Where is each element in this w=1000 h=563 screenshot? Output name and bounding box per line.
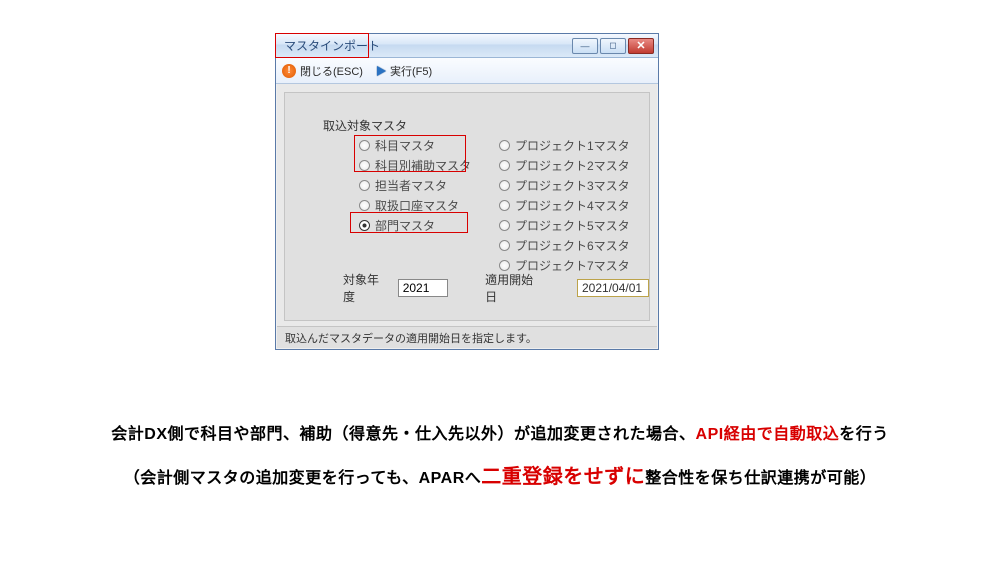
radio-icon: [499, 180, 510, 191]
radio-label: プロジェクト4マスタ: [515, 197, 630, 214]
radio-icon: [499, 240, 510, 251]
year-input[interactable]: [398, 279, 448, 297]
close-label: 閉じる(ESC): [300, 63, 363, 79]
play-icon: [377, 66, 386, 76]
client-area: 取込対象マスタ 科目マスタ 科目別補助マスタ 担当者マスタ 取扱口座マスタ 部門…: [284, 92, 650, 321]
radio-project4[interactable]: プロジェクト4マスタ: [499, 197, 630, 214]
close-icon: ✕: [636, 39, 645, 52]
radio-label: プロジェクト6マスタ: [515, 237, 630, 254]
radio-icon: [499, 220, 510, 231]
radio-icon: [359, 180, 370, 191]
window-buttons: — ◻ ✕: [572, 38, 654, 54]
caption-2c: 整合性を保ち仕訳連携が可能）: [645, 470, 876, 487]
radio-label: 担当者マスタ: [375, 177, 447, 194]
radio-kamoku[interactable]: 科目マスタ: [359, 137, 471, 154]
radio-icon: [499, 160, 510, 171]
master-import-dialog: マスタインポート — ◻ ✕ ! 閉じる(ESC) 実行(F5) 取込対象マスタ…: [275, 33, 659, 350]
radio-project2[interactable]: プロジェクト2マスタ: [499, 157, 630, 174]
radio-icon: [359, 220, 370, 231]
radio-icon: [499, 200, 510, 211]
caption-1c: を行う: [839, 426, 889, 443]
radio-group-right: プロジェクト1マスタ プロジェクト2マスタ プロジェクト3マスタ プロジェクト4…: [499, 137, 630, 274]
status-bar: 取込んだマスタデータの適用開始日を指定します。: [277, 326, 657, 348]
radio-icon: [499, 260, 510, 271]
radio-label: 科目マスタ: [375, 137, 435, 154]
radio-label: プロジェクト1マスタ: [515, 137, 630, 154]
date-input[interactable]: [577, 279, 649, 297]
radio-bumon[interactable]: 部門マスタ: [359, 217, 471, 234]
toolbar: ! 閉じる(ESC) 実行(F5): [276, 58, 658, 84]
caption-line-2: （会計側マスタの追加変更を行っても、APARへ二重登録をせずに整合性を保ち仕訳連…: [0, 460, 1000, 489]
maximize-icon: ◻: [609, 40, 616, 51]
caption-line-1: 会計DX側で科目や部門、補助（得意先・仕入先以外）が追加変更された場合、API経…: [0, 420, 1000, 444]
close-esc-icon: !: [282, 64, 296, 78]
run-label: 実行(F5): [390, 63, 432, 79]
maximize-button[interactable]: ◻: [600, 38, 626, 54]
radio-icon: [359, 140, 370, 151]
group-label: 取込対象マスタ: [323, 117, 407, 134]
minimize-button[interactable]: —: [572, 38, 598, 54]
year-row: 対象年度 適用開始日: [343, 271, 649, 305]
radio-label: プロジェクト2マスタ: [515, 157, 630, 174]
radio-label: 取扱口座マスタ: [375, 197, 459, 214]
caption-1b: API経由で自動取込: [696, 426, 840, 443]
radio-label: プロジェクト5マスタ: [515, 217, 630, 234]
radio-toriatsukai[interactable]: 取扱口座マスタ: [359, 197, 471, 214]
radio-group-left: 科目マスタ 科目別補助マスタ 担当者マスタ 取扱口座マスタ 部門マスタ: [359, 137, 471, 234]
radio-label: 科目別補助マスタ: [375, 157, 471, 174]
minimize-icon: —: [581, 41, 590, 51]
radio-tantousha[interactable]: 担当者マスタ: [359, 177, 471, 194]
radio-label: 部門マスタ: [375, 217, 435, 234]
radio-kamokubetsu[interactable]: 科目別補助マスタ: [359, 157, 471, 174]
title-bar: マスタインポート — ◻ ✕: [276, 34, 658, 58]
radio-project6[interactable]: プロジェクト6マスタ: [499, 237, 630, 254]
radio-label: プロジェクト3マスタ: [515, 177, 630, 194]
window-title: マスタインポート: [284, 37, 380, 54]
radio-project3[interactable]: プロジェクト3マスタ: [499, 177, 630, 194]
caption-1a: 会計DX側で科目や部門、補助（得意先・仕入先以外）が追加変更された場合、: [111, 426, 695, 443]
caption-2a: （会計側マスタの追加変更を行っても、APARへ: [124, 470, 482, 487]
run-button[interactable]: 実行(F5): [377, 63, 432, 79]
year-label: 対象年度: [343, 271, 390, 305]
radio-icon: [359, 160, 370, 171]
window-close-button[interactable]: ✕: [628, 38, 654, 54]
date-label: 適用開始日: [485, 271, 543, 305]
radio-project5[interactable]: プロジェクト5マスタ: [499, 217, 630, 234]
radio-icon: [359, 200, 370, 211]
status-text: 取込んだマスタデータの適用開始日を指定します。: [285, 330, 537, 346]
radio-project1[interactable]: プロジェクト1マスタ: [499, 137, 630, 154]
caption-2b: 二重登録をせずに: [481, 466, 645, 488]
close-button[interactable]: ! 閉じる(ESC): [282, 63, 363, 79]
radio-icon: [499, 140, 510, 151]
